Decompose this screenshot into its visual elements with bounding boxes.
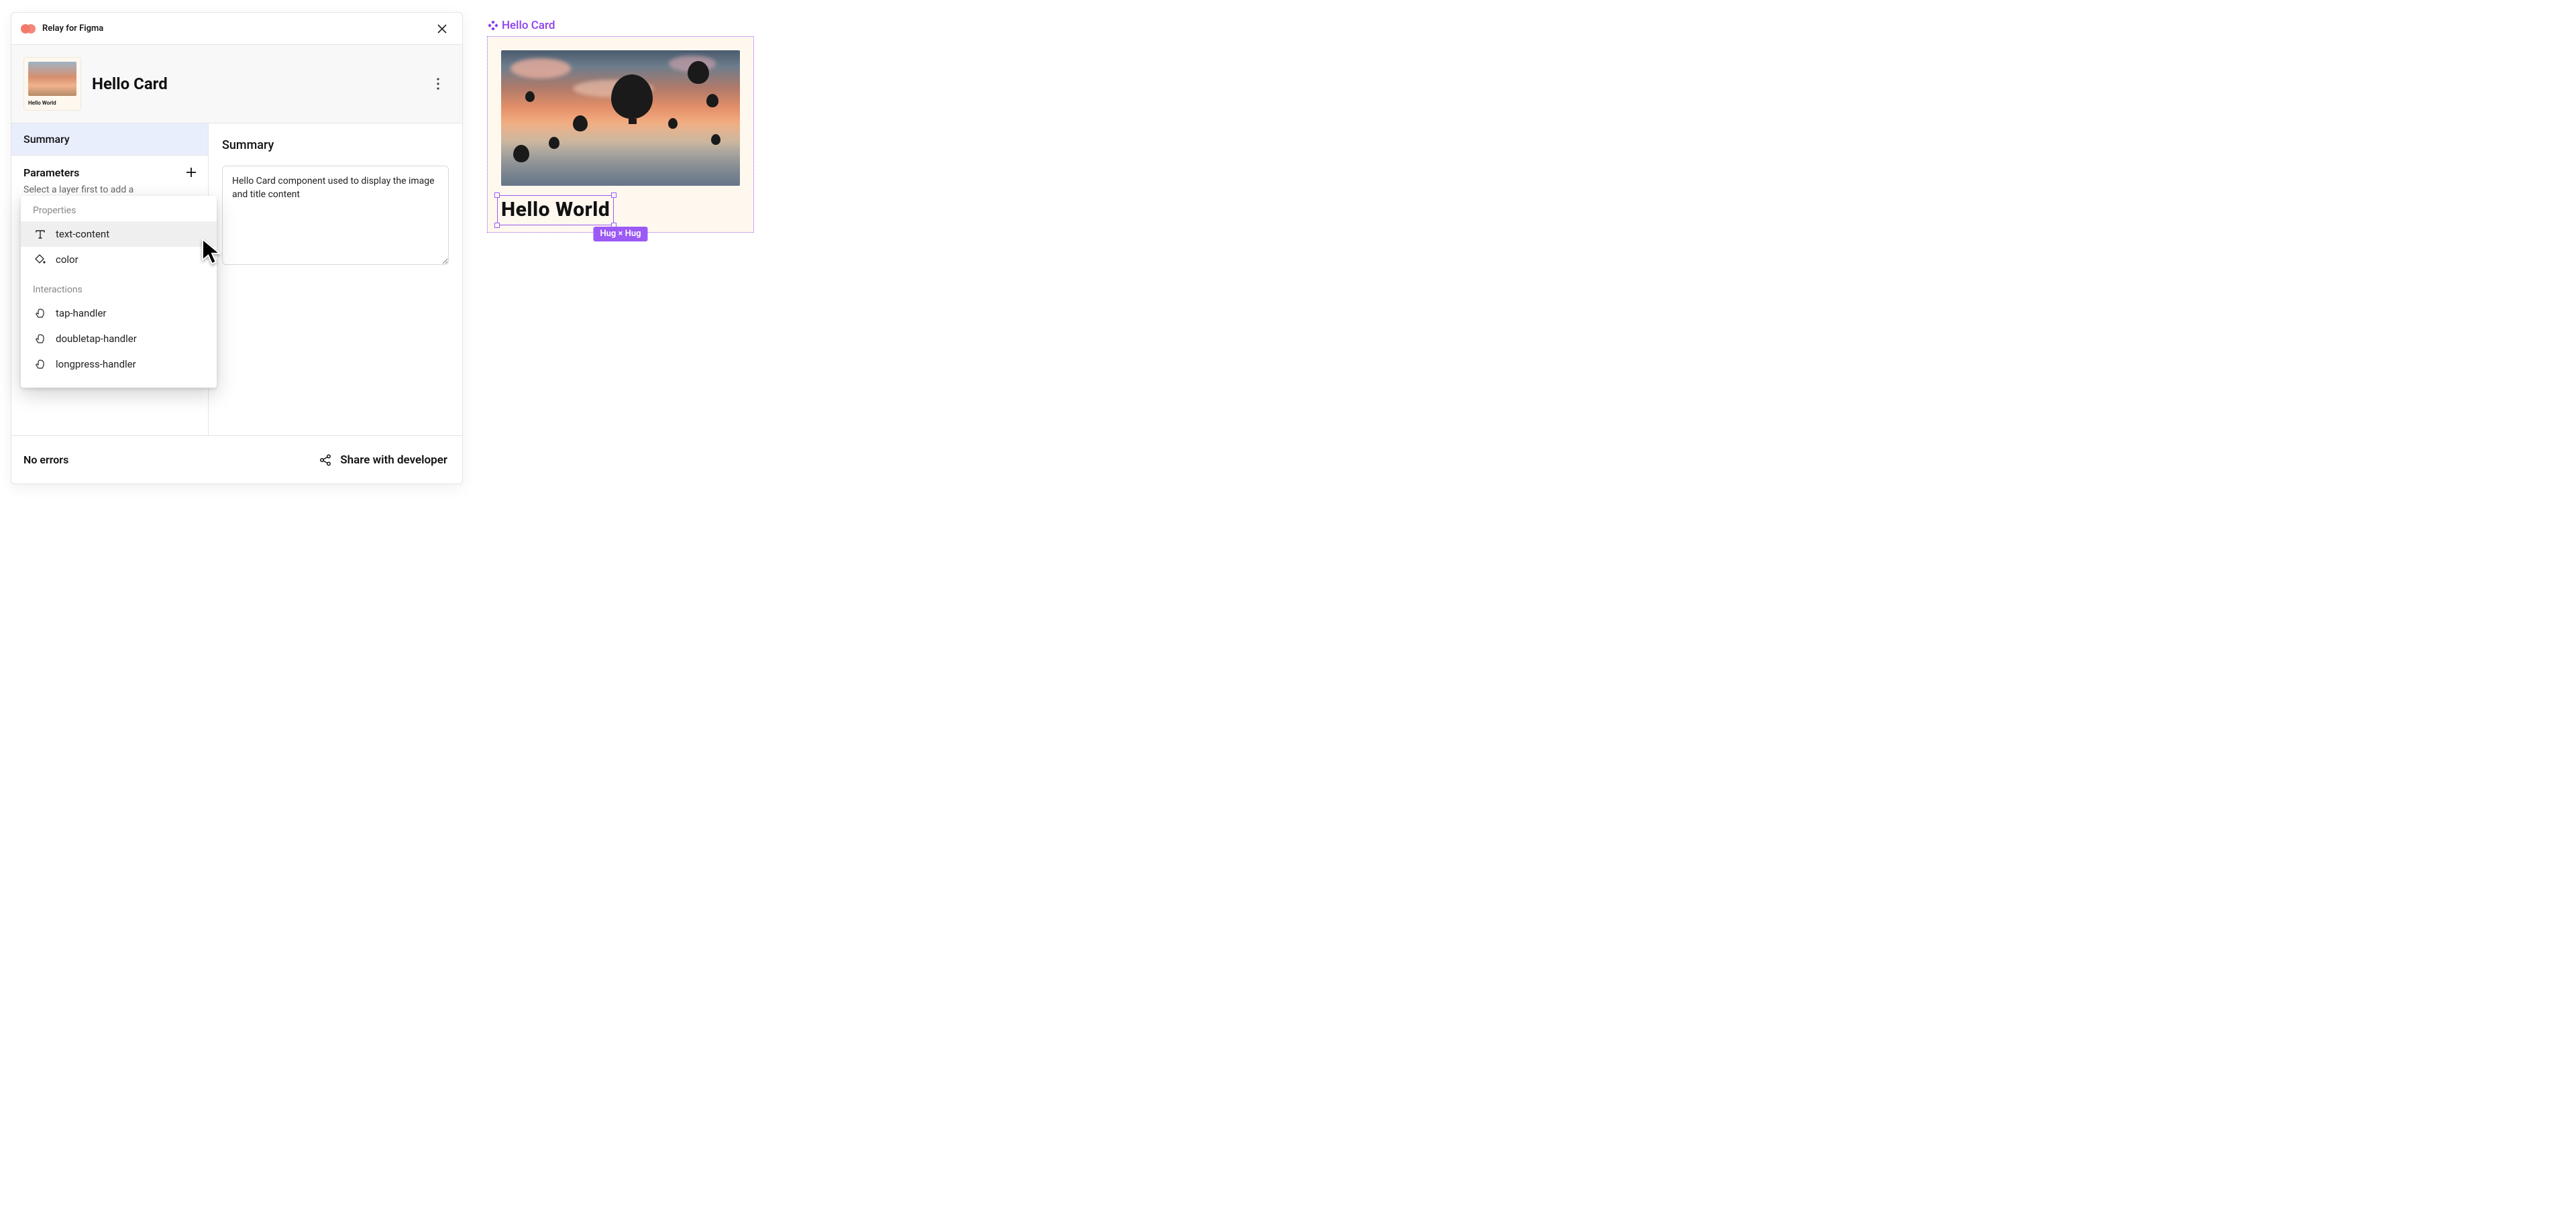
popover-item-tap-handler[interactable]: tap-handler <box>21 300 217 326</box>
popover-item-longpress-handler[interactable]: longpress-handler <box>21 351 217 377</box>
share-with-developer-button[interactable]: Share with developer <box>319 453 447 467</box>
popover-item-label: doubletap-handler <box>56 333 137 345</box>
text-icon <box>33 227 48 241</box>
tab-summary[interactable]: Summary <box>11 123 208 156</box>
popover-item-label: text-content <box>56 228 109 240</box>
tap-icon <box>33 331 48 346</box>
canvas-component-name: Hello Card <box>502 19 555 32</box>
component-name: Hello Card <box>92 74 417 93</box>
hello-card-frame[interactable]: Hello World Hug × Hug <box>487 36 754 233</box>
share-label: Share with developer <box>340 453 447 467</box>
status-text: No errors <box>23 453 68 466</box>
popover-item-label: tap-handler <box>56 307 106 319</box>
relay-logo-icon <box>21 24 36 34</box>
popover-section-properties: Properties <box>21 205 217 221</box>
thumbnail-label: Hello World <box>28 100 76 106</box>
popover-section-interactions: Interactions <box>21 284 217 300</box>
parameters-header: Parameters <box>11 156 208 184</box>
popover-item-text-content[interactable]: text-content <box>21 221 217 247</box>
relay-plugin-panel: Relay for Figma Hello World Hello Card S… <box>11 12 463 484</box>
hero-image[interactable] <box>501 50 740 186</box>
add-parameter-button[interactable] <box>184 165 199 180</box>
parameters-label: Parameters <box>23 166 79 179</box>
popover-item-color[interactable]: color <box>21 247 217 272</box>
popover-item-label: color <box>56 254 78 266</box>
popover-item-doubletap-handler[interactable]: doubletap-handler <box>21 326 217 351</box>
figma-canvas: Hello Card <box>487 19 754 233</box>
content-heading: Summary <box>222 138 449 152</box>
plugin-title: Relay for Figma <box>42 23 433 34</box>
tap-icon <box>33 306 48 321</box>
kebab-icon <box>437 78 439 90</box>
plugin-header: Relay for Figma <box>11 13 462 45</box>
paint-bucket-icon <box>33 252 48 267</box>
selection-handle-tl[interactable] <box>494 192 500 198</box>
share-icon <box>319 453 332 467</box>
summary-textarea[interactable] <box>222 166 449 265</box>
component-header: Hello World Hello Card <box>11 45 462 123</box>
selected-text-layer[interactable]: Hello World <box>501 198 610 221</box>
component-thumbnail: Hello World <box>23 57 81 111</box>
panel-footer: No errors Share with developer <box>11 435 462 484</box>
canvas-component-label[interactable]: Hello Card <box>488 19 754 32</box>
add-parameter-popover: Properties text-content color Interactio… <box>21 196 217 388</box>
tap-icon <box>33 357 48 372</box>
close-icon <box>437 23 447 34</box>
close-button[interactable] <box>433 19 451 38</box>
popover-item-label: longpress-handler <box>56 358 136 370</box>
plus-icon <box>186 167 197 178</box>
selection-handle-bl[interactable] <box>494 223 500 228</box>
constraint-badge: Hug × Hug <box>593 227 647 241</box>
thumbnail-image <box>28 62 76 96</box>
mouse-cursor-icon <box>200 237 224 266</box>
panel-body: Summary Parameters Select a layer first … <box>11 123 462 435</box>
component-menu-button[interactable] <box>427 73 449 95</box>
selection-handle-tr[interactable] <box>611 192 616 198</box>
component-icon <box>488 21 498 30</box>
content-area: Summary <box>209 123 462 435</box>
